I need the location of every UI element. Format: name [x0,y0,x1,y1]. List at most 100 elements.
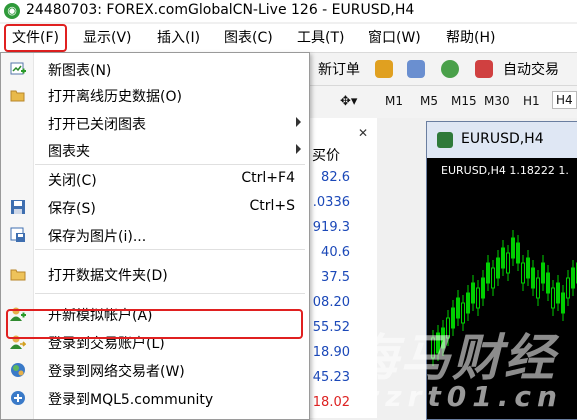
candle-body [492,268,495,288]
chart-symbol-header: EURUSD,H4 1.18222 1. [441,164,569,177]
bid-price[interactable]: 45.23 [306,370,350,385]
file-menu-dropdown: 新图表(N) 打开离线历史数据(O) 打开已关闭图表 图表夹 关闭(C) Ctr… [0,52,310,420]
candle-body [557,283,560,303]
bid-price[interactable]: .0336 [306,195,350,210]
web-trader-icon [10,362,26,378]
menu-bar: 文件(F) 显示(V) 插入(I) 图表(C) 工具(T) 窗口(W) 帮助(H… [0,24,577,53]
gold-icon[interactable] [375,60,393,78]
window-title: 24480703: FOREX.comGlobalCN-Live 126 - E… [26,2,414,18]
timeframe-m1[interactable]: M1 [385,94,403,108]
candle-body [467,293,470,313]
menu-item-open-closed-chart[interactable]: 打开已关闭图表 [1,110,309,136]
menu-window[interactable]: 窗口(W) [368,24,421,52]
menu-item-label: 打开已关闭图表 [48,114,146,134]
auto-trading-icon[interactable] [475,60,493,78]
candle-body [522,263,525,283]
auto-trading-button[interactable]: 自动交易 [503,59,559,79]
menu-separator [35,249,305,250]
timeframe-m15[interactable]: M15 [451,94,477,108]
candle-body [532,268,535,288]
candle-body [512,238,515,258]
menu-item-shortcut: Ctrl+F4 [241,170,295,186]
menu-file[interactable]: 文件(F) [4,24,67,52]
candle-body [562,293,565,313]
timeframe-m30[interactable]: M30 [484,94,510,108]
radio-icon[interactable] [441,60,459,78]
bid-price[interactable]: 08.20 [306,295,350,310]
menu-insert[interactable]: 插入(I) [157,24,200,52]
mql5-icon [10,390,26,406]
candle-body [482,278,485,298]
submenu-arrow-icon [296,117,301,127]
menu-item-login-web-trader[interactable]: 登录到网络交易者(W) [1,357,309,383]
close-icon[interactable]: ✕ [358,126,368,140]
menu-view[interactable]: 显示(V) [83,24,132,52]
bid-price[interactable]: 55.52 [306,320,350,335]
candle-body [502,248,505,268]
menu-item-save-as-picture[interactable]: 保存为图片(i)... [1,222,309,248]
open-folder-icon [10,87,26,103]
bid-price[interactable]: 919.3 [306,220,350,235]
menu-item-label: 登录到MQL5.community [48,389,213,409]
menu-separator [35,164,305,165]
menu-item-label: 新图表(N) [48,60,111,80]
menu-item-open-offline[interactable]: 打开离线历史数据(O) [1,82,309,108]
bid-column-header[interactable]: 买价 [312,145,340,165]
candle-body [517,243,520,263]
menu-item-profiles[interactable]: 图表夹 [1,137,309,163]
candle-body [527,258,530,278]
candle-body [507,253,510,273]
standard-toolbar: 新订单 自动交易 [310,53,577,86]
highlight-annotation [6,309,303,339]
menu-item-label: 关闭(C) [48,170,97,190]
candle-body [567,278,570,298]
bid-price[interactable]: 82.6 [306,170,350,185]
menu-tools[interactable]: 工具(T) [297,24,344,52]
candle-body [537,278,540,298]
menu-item-label: 保存(S) [48,198,96,218]
candle-body [487,263,490,283]
folder-icon [10,266,26,282]
candle-body [477,288,480,308]
line-tools-icon[interactable]: ✥▾ [340,94,357,109]
chart-title-bar[interactable]: EURUSD,H4 [427,122,577,158]
bid-price[interactable]: 18.02 [306,395,350,410]
menu-help[interactable]: 帮助(H) [446,24,495,52]
candle-body [457,298,460,318]
menu-item-label: 图表夹 [48,141,90,161]
candle-body [552,288,555,308]
menu-item-new-chart[interactable]: 新图表(N) [1,56,309,82]
chart-window-title: EURUSD,H4 [461,131,544,147]
menu-separator [35,293,305,294]
candle-body [547,273,550,293]
bid-price[interactable]: 18.90 [306,345,350,360]
candle-body [572,268,575,288]
submenu-arrow-icon [296,144,301,154]
menu-item-shortcut: Ctrl+S [249,198,295,214]
menu-item-label: 打开数据文件夹(D) [48,265,168,285]
menu-item-label: 保存为图片(i)... [48,226,146,246]
menu-item-open-data-folder[interactable]: 打开数据文件夹(D) [1,261,309,287]
timeframe-toolbar: ✥▾ M1 M5 M15 M30 H1 H4 [310,86,577,118]
menu-item-label: 登录到网络交易者(W) [48,361,185,381]
signal-user-icon[interactable] [407,60,425,78]
watermark-url: zzrt01.cn [363,380,563,413]
candle-body [497,258,500,278]
new-order-button[interactable]: 新订单 [318,59,360,79]
app-icon: ◉ [4,3,20,19]
menu-item-login-mql5[interactable]: 登录到MQL5.community [1,385,309,411]
save-icon [10,199,26,215]
timeframe-m5[interactable]: M5 [420,94,438,108]
candle-body [472,283,475,303]
bid-price[interactable]: 37.5 [306,270,350,285]
candle-body [542,263,545,283]
menu-item-close[interactable]: 关闭(C) Ctrl+F4 [1,166,309,192]
menu-item-save[interactable]: 保存(S) Ctrl+S [1,194,309,220]
menu-charts[interactable]: 图表(C) [224,24,273,52]
timeframe-h4[interactable]: H4 [552,91,577,109]
chart-window-icon [437,132,453,148]
menu-item-label: 打开离线历史数据(O) [48,86,182,106]
timeframe-h1[interactable]: H1 [523,94,540,108]
bid-price[interactable]: 40.6 [306,245,350,260]
save-picture-icon [10,227,26,243]
